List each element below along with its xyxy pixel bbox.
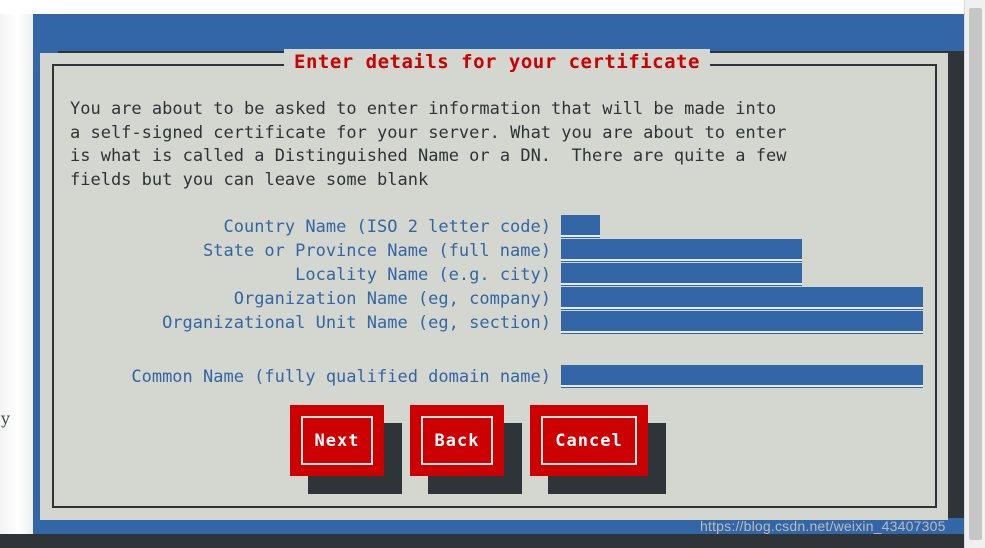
input-organizational-unit[interactable]: linux	[561, 311, 923, 334]
label-common-name: Common Name (fully qualified domain name…	[131, 367, 551, 387]
input-underline	[561, 235, 600, 237]
label-state-province: State or Province Name (full name)	[203, 241, 551, 261]
label-organization-name: Organization Name (eg, company)	[233, 289, 551, 309]
label-organizational-unit: Organizational Unit Name (eg, section)	[162, 313, 551, 333]
form-row-locality: Locality Name (e.g. city) xi'an	[40, 263, 948, 287]
vertical-scrollbar-track[interactable]	[964, 0, 985, 548]
form-row-state: State or Province Name (full name) shann…	[40, 239, 948, 263]
dialog-title: Enter details for your certificate	[284, 49, 710, 75]
input-underline	[561, 331, 923, 333]
input-underline	[561, 385, 923, 387]
page-top-strip	[0, 0, 985, 14]
cancel-button-wrap: Cancel	[530, 405, 666, 494]
label-country-name: Country Name (ISO 2 letter code)	[223, 217, 551, 237]
form-row-common-name: Common Name (fully qualified domain name…	[40, 365, 948, 389]
page-left-edge	[0, 0, 33, 548]
stray-glyph: y	[1, 409, 11, 428]
dialog-description: You are about to be asked to enter infor…	[70, 99, 787, 190]
form-row-country: Country Name (ISO 2 letter code) cn	[40, 215, 948, 239]
input-underline	[561, 307, 923, 309]
watermark: https://blog.csdn.net/weixin_43407305	[700, 518, 946, 534]
input-country-name[interactable]: cn	[561, 215, 600, 238]
input-organization-name[interactable]: westos	[561, 287, 923, 310]
back-button[interactable]: Back	[410, 405, 504, 476]
vertical-scrollbar-thumb[interactable]	[969, 8, 982, 540]
terminal-window: Enter details for your certificate You a…	[33, 14, 965, 534]
cancel-button[interactable]: Cancel	[530, 405, 648, 476]
form-row-organization: Organization Name (eg, company) westos	[40, 287, 948, 311]
input-underline	[561, 283, 802, 285]
back-button-wrap: Back	[410, 405, 522, 494]
input-locality-name[interactable]: xi'an	[561, 263, 802, 286]
input-underline	[561, 259, 802, 261]
next-button[interactable]: Next	[290, 405, 384, 476]
certificate-details-dialog: Enter details for your certificate You a…	[40, 49, 948, 520]
label-locality-name: Locality Name (e.g. city)	[295, 265, 551, 285]
certificate-form: Country Name (ISO 2 letter code) cn Stat…	[40, 215, 948, 335]
page-bottom-strip	[0, 534, 985, 548]
input-common-name[interactable]: www.westos.com	[561, 365, 923, 388]
form-row-organizational-unit: Organizational Unit Name (eg, section) l…	[40, 311, 948, 335]
cancel-button-label: Cancel	[555, 430, 623, 451]
next-button-label: Next	[314, 430, 360, 451]
input-state-province[interactable]: shannxi	[561, 239, 802, 262]
next-button-wrap: Next	[290, 405, 402, 494]
back-button-label: Back	[434, 430, 480, 451]
dialog-button-bar: Next Back Cancel	[40, 405, 948, 505]
screen: y Enter details for your certificate You…	[0, 0, 985, 548]
